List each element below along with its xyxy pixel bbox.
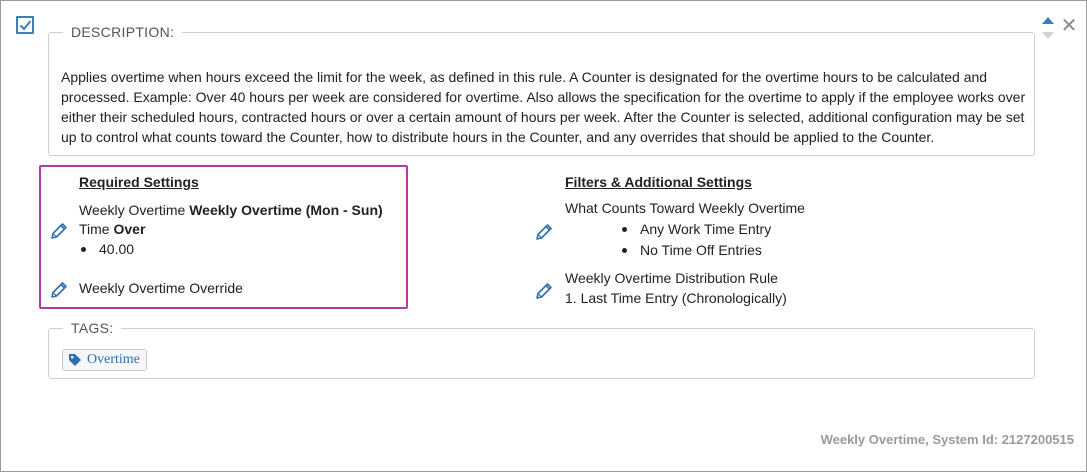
description-label: DESCRIPTION: [71,24,175,40]
tag-label: Overtime [87,352,140,367]
required-line-period: Weekly Overtime Weekly Overtime (Mon - S… [79,200,383,220]
required-line-time: Time Over [79,219,145,239]
sort-arrows-icon[interactable] [1041,15,1055,41]
override-label: Weekly Overtime Override [79,280,243,296]
select-checkbox[interactable] [16,16,34,34]
required-line-time-bold: Over [113,221,146,237]
edit-required-pencil-icon[interactable] [49,221,69,241]
tags-label: TAGS: [71,320,114,336]
description-box: DESCRIPTION: Applies overtime when hours… [48,24,1035,156]
rule-card: ✕ DESCRIPTION: Applies overtime when hou… [0,0,1087,472]
edit-distribution-pencil-icon[interactable] [534,281,554,301]
required-line-period-bold: Weekly Overtime (Mon - Sun) [189,202,383,218]
list-item: 40.00 [79,239,134,260]
tag-chip-overtime[interactable]: Overtime [62,349,147,371]
counts-list: Any Work Time Entry No Time Off Entries [620,219,771,261]
system-id-footer: Weekly Overtime, System Id: 2127200515 [820,432,1074,447]
tags-box: TAGS: [48,320,1035,379]
edit-override-pencil-icon[interactable] [49,280,69,300]
list-item: Any Work Time Entry [620,219,771,240]
filters-settings-title: Filters & Additional Settings [565,174,752,190]
tag-icon [69,354,81,366]
counts-label: What Counts Toward Weekly Overtime [565,200,805,216]
required-line-time-prefix: Time [79,221,114,237]
distribution-label: Weekly Overtime Distribution Rule [565,270,778,286]
distribution-item: 1. Last Time Entry (Chronologically) [565,290,787,306]
edit-counts-pencil-icon[interactable] [534,222,554,242]
required-values-list: 40.00 [79,239,134,260]
close-icon[interactable]: ✕ [1060,16,1078,36]
required-settings-title: Required Settings [79,174,199,190]
description-text: Applies overtime when hours exceed the l… [61,69,1026,145]
required-line-period-prefix: Weekly Overtime [79,202,190,218]
list-item: No Time Off Entries [620,240,771,261]
checkmark-icon [19,20,32,31]
